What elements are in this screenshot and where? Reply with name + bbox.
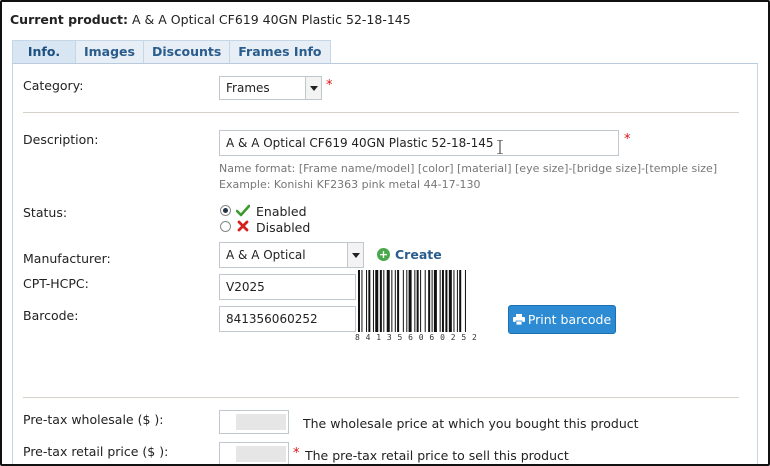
barcode-bar — [394, 270, 396, 332]
close-icon — [237, 220, 249, 232]
cpt-hcpc-input[interactable]: V2025 — [219, 274, 356, 300]
plus-icon: + — [377, 248, 390, 261]
barcode-bar — [358, 270, 360, 332]
description-input-value: A & A Optical CF619 40GN Plastic 52-18-1… — [226, 136, 494, 150]
barcode-bar — [375, 270, 379, 332]
barcode-bar — [397, 270, 400, 332]
status-enabled-label: Enabled — [256, 204, 307, 219]
barcode-value: 841356060252 — [226, 312, 318, 326]
current-product-value: A & A Optical CF619 40GN Plastic 52-18-1… — [132, 12, 411, 27]
description-input[interactable]: A & A Optical CF619 40GN Plastic 52-18-1… — [219, 130, 619, 156]
tab-images[interactable]: Images — [75, 40, 144, 63]
required-marker: * — [293, 446, 300, 461]
barcode-bar — [372, 270, 374, 332]
info-panel: Category: Frames * Description: A & A Op… — [12, 63, 758, 464]
barcode-bar — [428, 270, 431, 332]
barcode-bar — [424, 270, 426, 332]
tab-discounts[interactable]: Discounts — [142, 40, 231, 63]
print-barcode-label: Print barcode — [527, 312, 612, 327]
barcode-label: Barcode: — [23, 308, 79, 323]
barcode-bar — [368, 270, 371, 332]
barcode-bar — [464, 270, 466, 332]
text-cursor-icon — [497, 140, 503, 154]
wholesale-description: The wholesale price at which you bought … — [303, 416, 639, 431]
chevron-down-icon — [347, 243, 363, 267]
tab-frames-info[interactable]: Frames Info — [229, 40, 331, 63]
retail-description: The pre-tax retail price to sell this pr… — [305, 448, 569, 463]
retail-input[interactable] — [219, 442, 289, 464]
tab-bar: Info. Images Discounts Frames Info — [12, 40, 331, 64]
check-icon — [236, 204, 250, 217]
required-marker: * — [326, 78, 333, 93]
divider — [23, 397, 739, 398]
status-disabled-label: Disabled — [256, 220, 311, 235]
chevron-down-icon — [305, 77, 321, 99]
manufacturer-select-value: A & A Optical — [226, 248, 306, 262]
barcode-bar — [448, 270, 452, 332]
barcode-bar — [408, 270, 412, 332]
barcode-bar — [383, 270, 385, 332]
barcode-bar — [379, 270, 382, 332]
category-label: Category: — [23, 78, 84, 93]
cpt-hcpc-value: V2025 — [226, 280, 265, 294]
barcode-bar — [402, 270, 404, 332]
barcode-bar — [406, 270, 408, 332]
barcode-input[interactable]: 841356060252 — [219, 306, 356, 332]
divider — [23, 112, 739, 113]
wholesale-label: Pre-tax wholesale ($ ): — [23, 412, 164, 427]
barcode-bar — [431, 270, 433, 332]
required-marker: * — [624, 132, 631, 147]
printer-icon — [512, 314, 525, 326]
barcode-digits: 8 4 1 3 5 6 0 6 0 2 5 2 — [355, 333, 478, 342]
barcode-bar — [433, 270, 437, 332]
wholesale-input[interactable] — [219, 410, 289, 434]
status-label: Status: — [23, 205, 68, 220]
retail-label: Pre-tax retail price ($ ): — [23, 444, 169, 459]
tab-info[interactable]: Info. — [12, 40, 76, 63]
description-label: Description: — [23, 132, 99, 147]
category-select-value: Frames — [226, 81, 270, 95]
barcode-bar — [366, 270, 368, 332]
barcode-bar — [439, 270, 441, 332]
manufacturer-label: Manufacturer: — [23, 251, 111, 266]
name-example-hint: Example: Konishi KF2363 pink metal 44-17… — [219, 178, 481, 191]
current-product-header: Current product: A & A Optical CF619 40G… — [10, 12, 411, 27]
barcode-bar — [414, 270, 416, 332]
barcode-bar — [459, 270, 462, 332]
cpt-hcpc-label: CPT-HCPC: — [23, 276, 89, 291]
name-format-hint: Name format: [Frame name/model] [color] … — [219, 162, 718, 175]
barcode-bar — [416, 270, 419, 332]
app-frame: Current product: A & A Optical CF619 40G… — [0, 0, 770, 466]
barcode-bar — [391, 270, 393, 332]
barcode-bar — [361, 270, 363, 332]
barcode-bar — [445, 270, 448, 332]
barcode-bar — [441, 270, 444, 332]
manufacturer-select[interactable]: A & A Optical — [219, 242, 364, 268]
create-label: Create — [395, 247, 442, 262]
barcode-bar — [453, 270, 455, 332]
print-barcode-button[interactable]: Print barcode — [508, 305, 616, 334]
barcode-bar — [456, 270, 458, 332]
create-manufacturer-link[interactable]: + Create — [377, 247, 442, 262]
status-enabled-radio[interactable] — [220, 205, 231, 216]
status-disabled-radio[interactable] — [220, 221, 231, 232]
barcode-bar — [420, 270, 422, 332]
category-select[interactable]: Frames — [219, 76, 322, 100]
barcode-bar — [386, 270, 390, 332]
current-product-label: Current product: — [10, 12, 129, 27]
